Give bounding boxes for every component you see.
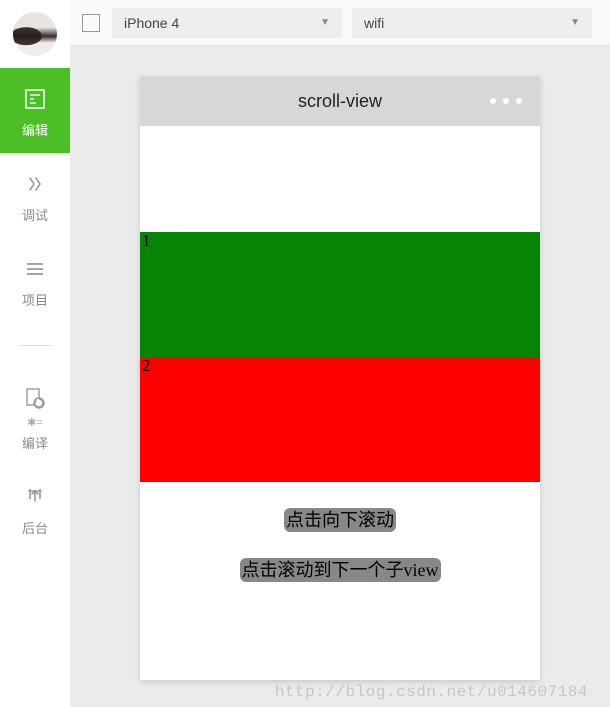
- sidebar-item-compile[interactable]: ✱= 编译: [0, 368, 70, 466]
- block-label: 2: [142, 356, 151, 375]
- sidebar-item-debug[interactable]: 调试: [0, 153, 70, 238]
- scroll-block-2[interactable]: 2: [140, 357, 540, 482]
- scroll-next-button[interactable]: 点击滚动到下一个子view: [240, 558, 441, 582]
- compile-sublabel: ✱=: [27, 416, 43, 429]
- gap: [140, 482, 540, 508]
- sidebar: 编辑 调试 项目 ✱= 编译 后台: [0, 0, 70, 707]
- scroll-spacer: [140, 126, 540, 232]
- phone-header: scroll-view: [140, 76, 540, 126]
- chevron-down-icon: ▼: [570, 17, 580, 28]
- project-icon: [22, 256, 48, 282]
- debug-icon: [22, 171, 48, 197]
- preview-canvas: scroll-view 1 2 点击向下滚动 点击滚动到下一个子view: [70, 46, 610, 707]
- sidebar-item-project[interactable]: 项目: [0, 238, 70, 323]
- sidebar-item-label: 项目: [22, 290, 48, 309]
- scroll-block-1[interactable]: 1: [140, 232, 540, 357]
- sidebar-item-label: 编译: [22, 433, 48, 452]
- page-title: scroll-view: [298, 91, 382, 112]
- sidebar-item-edit[interactable]: 编辑: [0, 68, 70, 153]
- sidebar-separator: [18, 345, 52, 346]
- background-icon: [22, 484, 48, 510]
- sidebar-item-label: 调试: [22, 205, 48, 224]
- phone-simulator: scroll-view 1 2 点击向下滚动 点击滚动到下一个子view: [140, 76, 540, 680]
- network-value: wifi: [364, 15, 384, 31]
- edit-icon: [22, 86, 48, 112]
- sidebar-item-background[interactable]: 后台: [0, 466, 70, 551]
- gap: [140, 532, 540, 558]
- orientation-toggle[interactable]: [82, 14, 100, 32]
- network-dropdown[interactable]: wifi ▼: [352, 8, 592, 38]
- chevron-down-icon: ▼: [320, 17, 330, 28]
- scroll-down-button[interactable]: 点击向下滚动: [284, 508, 396, 532]
- sidebar-item-label: 编辑: [22, 120, 48, 139]
- sidebar-item-label: 后台: [22, 518, 48, 537]
- block-label: 1: [142, 231, 151, 250]
- topbar: iPhone 4 ▼ wifi ▼: [70, 0, 610, 46]
- device-dropdown[interactable]: iPhone 4 ▼: [112, 8, 342, 38]
- avatar[interactable]: [13, 12, 57, 56]
- header-menu-icon[interactable]: [490, 76, 522, 126]
- device-value: iPhone 4: [124, 15, 179, 31]
- phone-body: 1 2 点击向下滚动 点击滚动到下一个子view: [140, 126, 540, 680]
- compile-icon: [22, 386, 48, 412]
